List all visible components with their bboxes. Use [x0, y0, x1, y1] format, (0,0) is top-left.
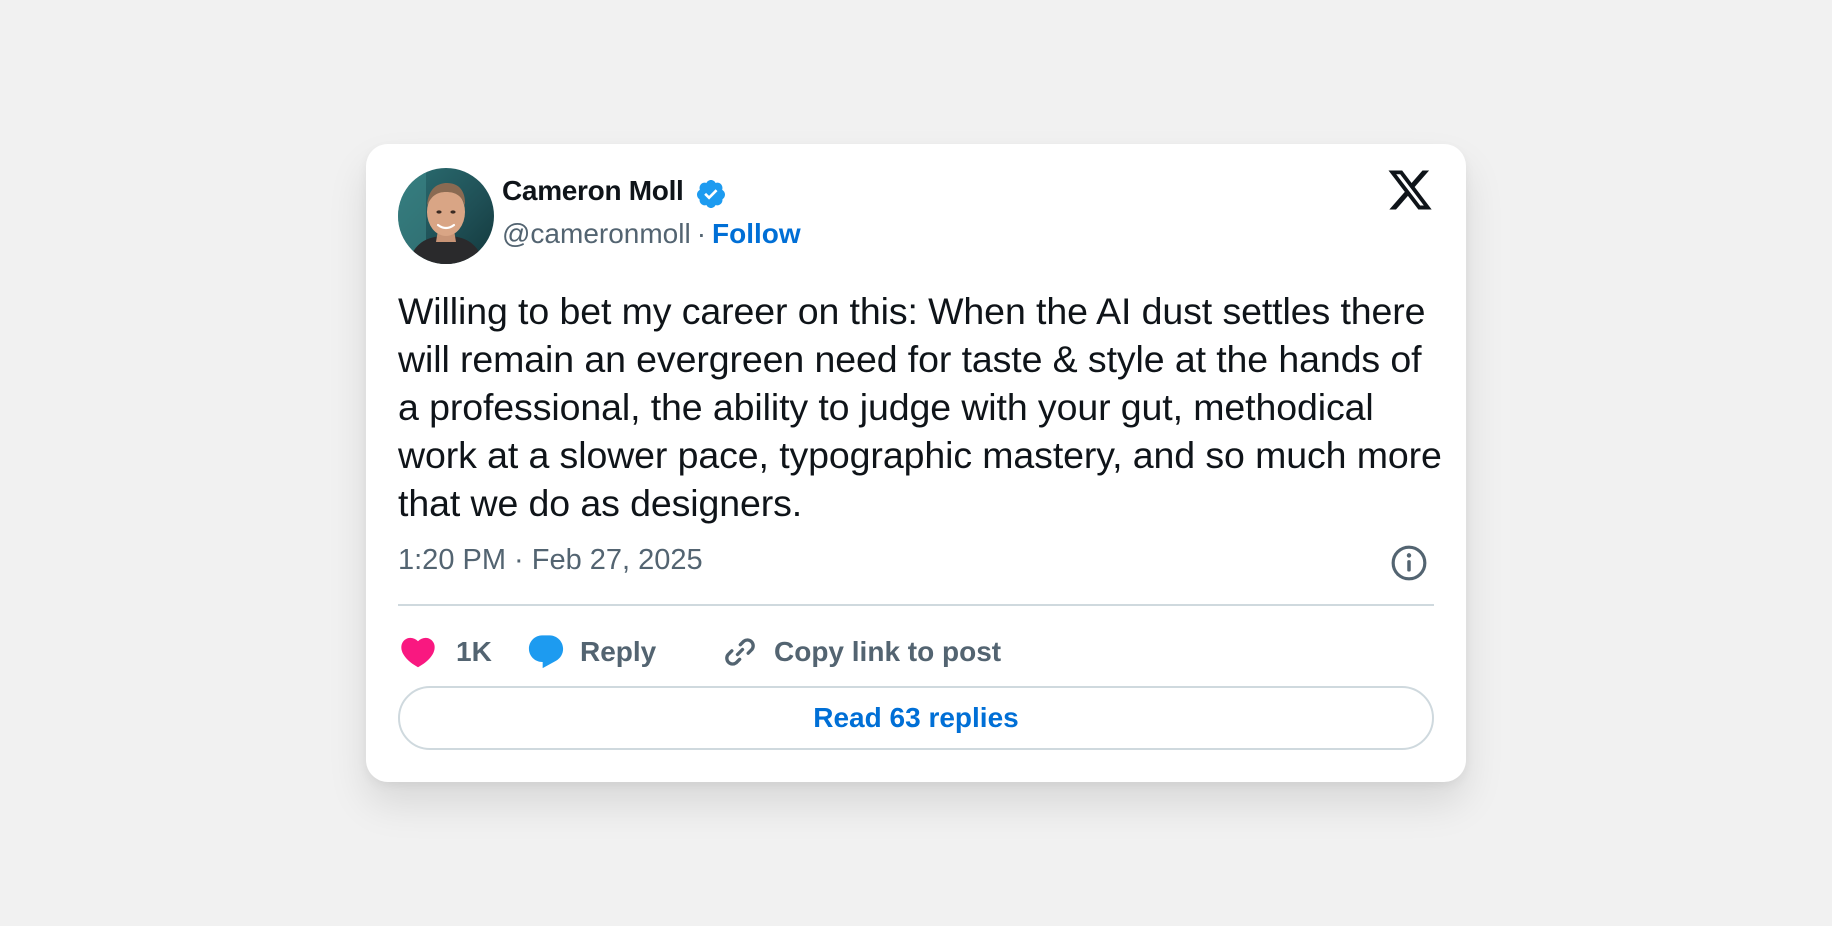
author-name[interactable]: Cameron Moll — [502, 175, 684, 207]
like-count: 1K — [456, 636, 492, 667]
handle-row: @cameronmoll · Follow — [502, 218, 801, 250]
like-button[interactable]: 1K — [398, 622, 492, 682]
divider — [398, 604, 1434, 606]
tweet-text: Willing to bet my career on this: When t… — [398, 290, 1442, 524]
avatar-portrait-image — [398, 168, 494, 264]
reply-label: Reply — [580, 636, 657, 667]
heart-icon — [401, 637, 435, 668]
reply-button[interactable]: Reply — [526, 622, 656, 682]
link-icon — [725, 638, 755, 666]
separator-dot: · — [696, 218, 707, 249]
x-logo-icon[interactable] — [1386, 170, 1434, 214]
copy-link-button[interactable]: Copy link to post — [720, 622, 1001, 682]
verified-badge-icon — [696, 180, 725, 208]
tweet-card: Cameron Moll @cameronmoll · Follow Willing… — [366, 144, 1466, 782]
avatar[interactable] — [398, 168, 494, 264]
tweet-timestamp[interactable]: 1:20 PM · Feb 27, 2025 — [398, 544, 703, 577]
author-handle[interactable]: @cameronmoll — [502, 218, 691, 249]
info-icon[interactable] — [1390, 544, 1428, 582]
follow-link[interactable]: Follow — [712, 218, 801, 249]
read-replies-button[interactable]: Read 63 replies — [398, 686, 1434, 750]
copy-link-label: Copy link to post — [774, 636, 1002, 667]
speech-bubble-icon — [528, 635, 564, 669]
